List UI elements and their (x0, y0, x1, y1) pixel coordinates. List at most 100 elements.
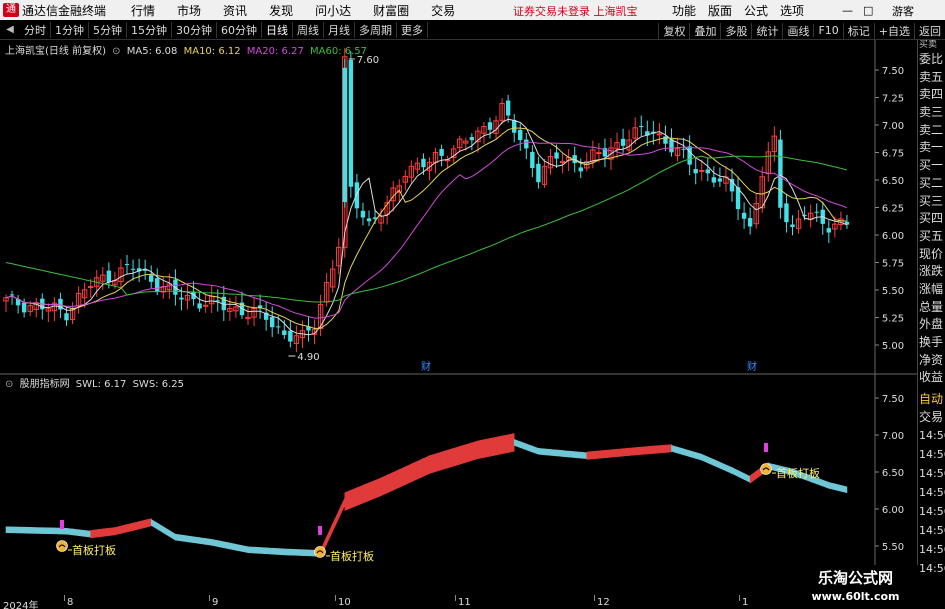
menu-banmian[interactable]: 版面 (708, 2, 732, 19)
btn-tongji[interactable]: 统计 (751, 22, 782, 39)
menu-jiaoyi[interactable]: 交易 (431, 2, 455, 19)
x-axis-label: 10 (338, 597, 351, 608)
guest-label[interactable]: 游客 (892, 3, 914, 19)
indicator-band-segment (659, 444, 666, 454)
signal-bar (318, 525, 322, 535)
indicator-band-segment (423, 455, 430, 477)
candle-body-down (681, 148, 686, 150)
x-axis-tick (209, 595, 210, 601)
menu-xuanxiang[interactable]: 选项 (780, 2, 804, 19)
period-weekly[interactable]: 周线 (293, 22, 324, 38)
candle-body-down (784, 203, 789, 223)
indicator-band-segment (501, 434, 509, 455)
watermark: 乐淘公式网 www.60lt.com (793, 565, 918, 609)
menu-caifuquan[interactable]: 财富圈 (373, 2, 409, 19)
price-panel[interactable]: 7.604.90财财 (3, 47, 850, 373)
period-5min[interactable]: 5分钟 (89, 22, 127, 38)
candle-body-down (530, 152, 535, 169)
menu-hangqing[interactable]: 行情 (131, 2, 155, 19)
indicator-legend: ⊙ 股朋指标网 SWL: 6.17 SWS: 6.25 (5, 375, 187, 390)
side-item: 卖二 (919, 122, 944, 137)
x-axis-tick (335, 595, 336, 601)
menu-shichang[interactable]: 市场 (177, 2, 201, 19)
indicator-panel[interactable]: 首板打板 首板打板首板打板 (5, 433, 848, 563)
indicator-band-segment (622, 447, 630, 457)
indicator-band-segment (447, 447, 454, 469)
candle-body-down (179, 297, 184, 300)
period-monthly[interactable]: 月线 (324, 22, 355, 38)
indicator-band-segment (35, 527, 43, 534)
indicator-band-segment (23, 526, 31, 534)
candle-body-down (512, 119, 517, 133)
side-item: 买一 (919, 158, 944, 173)
btn-fanhui[interactable]: 返回 (914, 22, 945, 39)
watermark-title: 乐淘公式网 (817, 569, 893, 587)
menu-bar: 通 通达信金融终端 行情 市场 资讯 发现 问小达 财富圈 交易 证券交易未登录… (0, 0, 945, 20)
menu-wenxiaoda[interactable]: 问小达 (315, 2, 351, 19)
y-tick-label: 7.25 (882, 94, 904, 105)
y-tick-label: 6.00 (882, 231, 904, 242)
candle-body-down (360, 210, 366, 218)
btn-fuquan[interactable]: 复权 (658, 22, 689, 39)
menu-gongshi[interactable]: 公式 (744, 2, 768, 19)
ma-settings-icon[interactable]: ⊙ (112, 46, 120, 57)
btn-f10[interactable]: F10 (813, 24, 842, 37)
auto-label[interactable]: 自动 (918, 391, 945, 409)
period-60min[interactable]: 60分钟 (217, 22, 262, 38)
period-more[interactable]: 更多 (397, 22, 428, 38)
btn-duogu[interactable]: 多股 (720, 22, 751, 39)
menu-faxian[interactable]: 发现 (269, 2, 293, 19)
candle-body-down (106, 270, 112, 283)
btn-add-watchlist[interactable]: +自选 (873, 22, 914, 39)
trade-time: 14:56 (919, 448, 945, 462)
candle-body-down (288, 330, 293, 342)
indicator-band-segment (749, 470, 757, 484)
period-1min[interactable]: 1分钟 (51, 22, 89, 38)
low-label: 4.90 (297, 352, 319, 363)
indicator-settings-icon[interactable]: ⊙ (5, 379, 13, 390)
ma60-label: MA60: 6.57 (310, 46, 368, 57)
indicator-band-segment (150, 518, 158, 530)
menu-zixun[interactable]: 资讯 (223, 2, 247, 19)
indicator-band-segment (405, 463, 412, 486)
period-multi[interactable]: 多周期 (355, 22, 397, 38)
x-axis-label: 1 (742, 597, 749, 608)
minimize-icon[interactable]: — (842, 4, 853, 17)
indicator-band-segment (647, 445, 654, 455)
indicator-band-segment (513, 439, 521, 449)
period-daily[interactable]: 日线 (262, 22, 293, 38)
x-axis-tick (455, 595, 456, 601)
btn-biaoji[interactable]: 标记 (842, 22, 874, 39)
kline-chart[interactable]: 7.50 7.25 7.00 6.75 6.50 6.25 6.00 5.75 5.50 5.25… (0, 40, 917, 597)
trade-label[interactable]: 交易 (918, 409, 945, 427)
ma20-line (5, 141, 848, 319)
indicator-band-segment (144, 518, 152, 528)
maximize-icon[interactable]: □ (863, 4, 873, 17)
period-15min[interactable]: 15分钟 (127, 22, 172, 38)
period-30min[interactable]: 30分钟 (172, 22, 217, 38)
indicator-band-segment (29, 527, 37, 534)
y-tick-label: 7.00 (882, 431, 904, 442)
side-item: 买二 (919, 175, 944, 190)
side-item: 卖四 (919, 87, 944, 102)
indicator-band-segment (713, 459, 721, 469)
trade-login-notice[interactable]: 证券交易未登录 上海凯宝 (513, 3, 638, 19)
y-tick-label: 6.25 (882, 204, 904, 215)
menu-gongneng[interactable]: 功能 (672, 2, 696, 19)
btn-diejia[interactable]: 叠加 (689, 22, 720, 39)
btn-huaxian[interactable]: 画线 (782, 22, 813, 39)
candle-body-down (814, 211, 819, 213)
period-fenshi[interactable]: 分时 (20, 22, 51, 38)
side-item: 卖三 (919, 105, 944, 120)
candle-body-up (699, 169, 705, 172)
candle-body-down (197, 303, 202, 309)
candle-body-up (656, 133, 663, 136)
y-tick-label: 5.00 (882, 341, 904, 352)
indicator-band-segment (610, 448, 618, 458)
candle-body-down (717, 178, 723, 182)
indicator-band-segment (834, 483, 842, 492)
indicator-band-segment (344, 489, 352, 511)
side-item: 涨幅 (919, 281, 944, 296)
y-tick-label: 5.75 (882, 259, 904, 270)
toolbar-left-arrow-icon[interactable]: ◀ (3, 23, 17, 37)
